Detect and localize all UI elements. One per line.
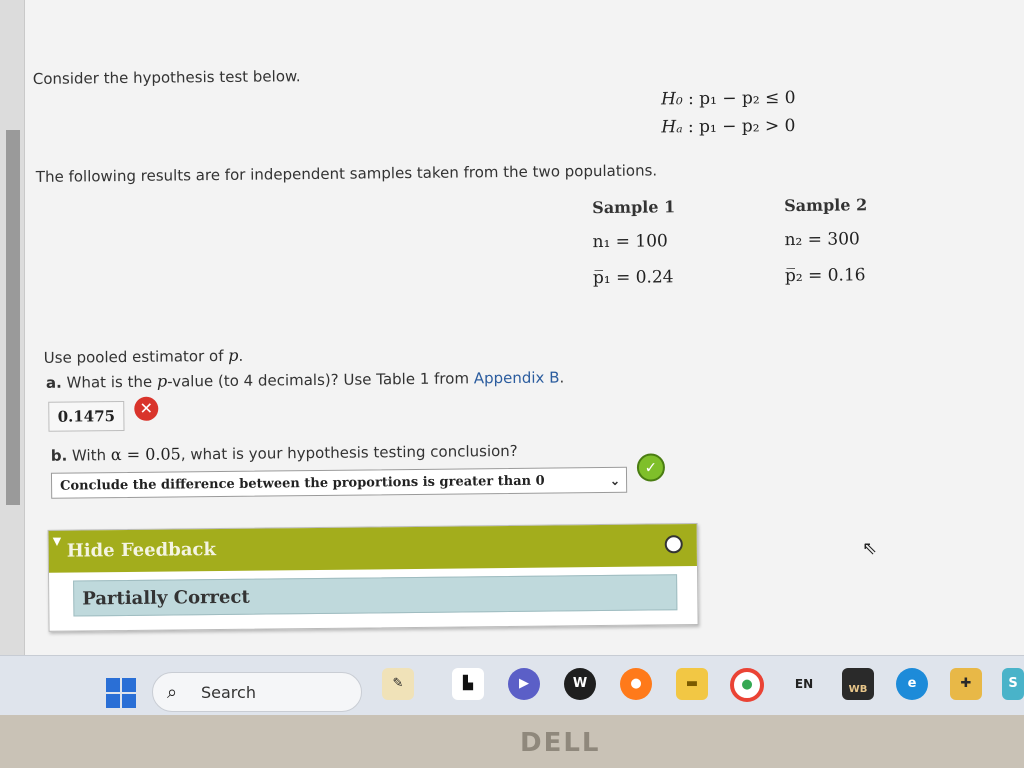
w-app-icon[interactable]: W	[564, 668, 596, 700]
sample2-header: Sample 2	[784, 195, 868, 216]
hide-feedback-toggle[interactable]: Hide Feedback	[67, 539, 216, 562]
appendix-link[interactable]: Appendix B	[474, 368, 560, 387]
chevron-down-icon[interactable]: ⌄	[610, 468, 620, 494]
widgets-icon[interactable]: ✎	[382, 668, 414, 700]
mouse-cursor-icon: ⇖	[862, 538, 878, 559]
partially-correct-banner: Partially Correct	[73, 574, 678, 617]
file-icon[interactable]: ▙	[452, 668, 484, 700]
incorrect-x-icon: ✕	[134, 396, 159, 421]
caret-down-icon: ▼	[52, 534, 62, 548]
part-b-letter: b.	[50, 446, 68, 465]
part-a-text-before: What is the	[61, 372, 158, 392]
scroll-rail[interactable]	[6, 130, 20, 505]
part-a-question: a. What is the p-value (to 4 decimals)? …	[46, 367, 564, 391]
screen: Consider the hypothesis test below. H₀ :…	[0, 0, 1024, 655]
search-icon: ⌕	[167, 682, 178, 703]
pooled-text: Use pooled estimator of p.	[44, 346, 244, 367]
p-value-answer-input[interactable]: 0.1475	[48, 401, 125, 432]
tools-icon[interactable]: ✚	[950, 668, 982, 700]
ha-expr: : p₁ − p₂ > 0	[687, 115, 796, 138]
correct-check-icon: ✓	[636, 453, 666, 482]
file-explorer-icon[interactable]: ▬	[676, 668, 708, 700]
search-label: Search	[201, 683, 256, 702]
part-b-text-before: With	[67, 446, 111, 465]
sample2-p: p̅₂ = 0.16	[784, 265, 866, 287]
h0-expr: : p₁ − p₂ ≤ 0	[688, 87, 796, 110]
part-a-text-after: -value (to 4 decimals)? Use Table 1 from	[167, 369, 474, 391]
radio-dot-icon	[664, 535, 683, 554]
brand-logo: DELL	[520, 728, 601, 758]
taskbar: ⌕ Search ✎ ▙ ▶ W ● ▬ ● EN WB e ✚ S	[0, 655, 1024, 716]
intro-text: Consider the hypothesis test below.	[32, 67, 301, 88]
part-b-question: b. With α = 0.05, what is your hypothesi…	[51, 441, 518, 465]
firefox-icon[interactable]: ●	[620, 668, 652, 700]
edge-icon[interactable]: e	[896, 668, 928, 700]
wb-app-icon[interactable]: WB	[842, 668, 874, 700]
feedback-header[interactable]: ▼ Hide Feedback	[48, 524, 697, 573]
null-hypothesis: H₀ : p₁ − p₂ ≤ 0	[661, 88, 796, 109]
sample1-header: Sample 1	[592, 197, 676, 218]
alt-hypothesis: Hₐ : p₁ − p₂ > 0	[661, 116, 795, 137]
pooled-prefix: Use pooled estimator of	[43, 346, 229, 367]
monitor-bezel: DELL	[0, 715, 1024, 768]
part-a-pvar: p	[156, 371, 168, 391]
part-a-end: .	[559, 368, 565, 387]
language-indicator[interactable]: EN	[788, 668, 820, 700]
teams-icon[interactable]: ▶	[508, 668, 540, 700]
ha-label: Hₐ	[661, 117, 683, 138]
conclusion-selected: Conclude the difference between the prop…	[60, 473, 545, 494]
h0-label: H₀	[660, 89, 683, 110]
chrome-icon[interactable]: ●	[730, 668, 764, 702]
sample1-n: n₁ = 100	[592, 231, 668, 253]
start-icon[interactable]	[106, 678, 136, 708]
part-a-letter: a.	[45, 373, 62, 392]
s-app-icon[interactable]: S	[1002, 668, 1024, 700]
wb-label: WB	[848, 684, 868, 695]
taskbar-search[interactable]: ⌕ Search	[152, 672, 362, 712]
feedback-panel: ▼ Hide Feedback Partially Correct	[47, 523, 699, 632]
pooled-suffix: .	[238, 346, 244, 365]
alpha-value: α = 0.05	[110, 444, 181, 465]
sample2-n: n₂ = 300	[784, 229, 860, 251]
sample1-p: p̅₁ = 0.24	[592, 267, 674, 289]
results-text: The following results are for independen…	[35, 161, 658, 186]
conclusion-select[interactable]: Conclude the difference between the prop…	[50, 466, 628, 499]
pooled-var: p	[228, 345, 239, 365]
part-b-text-after: , what is your hypothesis testing conclu…	[180, 441, 518, 464]
